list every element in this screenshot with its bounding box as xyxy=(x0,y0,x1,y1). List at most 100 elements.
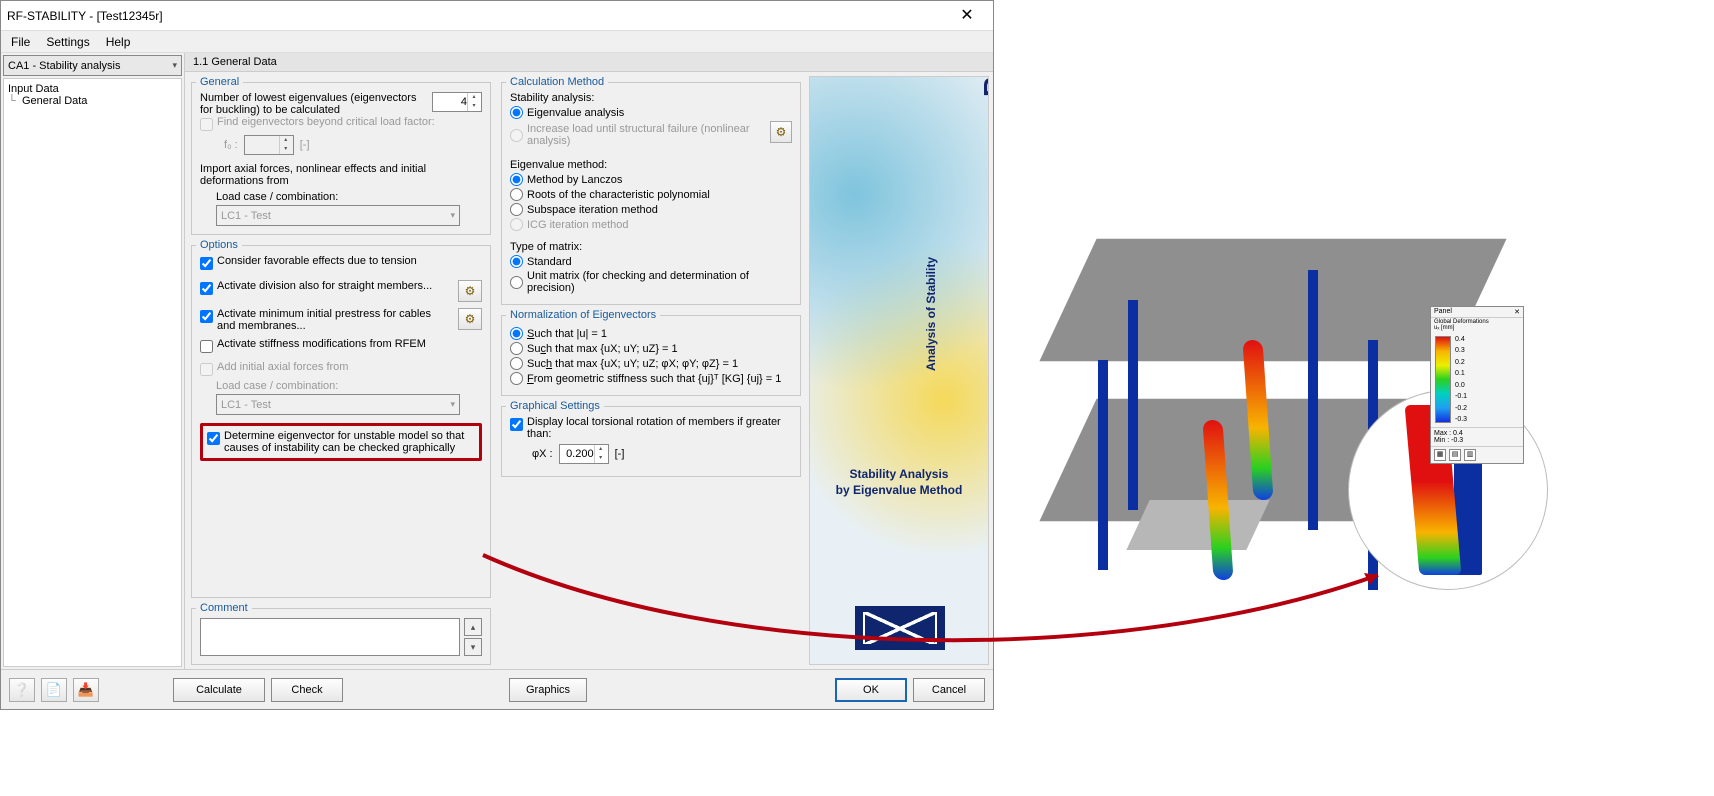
nav-tree[interactable]: Input Data General Data xyxy=(3,78,182,667)
radio-roots[interactable]: Roots of the characteristic polynomial xyxy=(510,188,792,201)
close-icon[interactable]: ✕ xyxy=(1514,308,1520,316)
display-torsion-label: Display local torsional rotation of memb… xyxy=(527,416,792,440)
add-initial-label: Add initial axial forces from xyxy=(217,361,348,373)
radio-subspace[interactable]: Subspace iteration method xyxy=(510,203,792,216)
determine-eigenvector-check[interactable]: Determine eigenvector for unstable model… xyxy=(207,430,475,454)
radio-icg: ICG iteration method xyxy=(510,218,792,231)
consider-tension-check[interactable]: Consider favorable effects due to tensio… xyxy=(200,255,482,270)
determine-eigenvector-label: Determine eigenvector for unstable model… xyxy=(224,430,475,454)
tree-root[interactable]: Input Data xyxy=(8,83,177,95)
radio-unit-matrix[interactable]: Unit matrix (for checking and determinat… xyxy=(510,270,792,294)
display-torsion-check[interactable]: Display local torsional rotation of memb… xyxy=(510,416,792,440)
general-legend: General xyxy=(196,76,243,88)
export-icon[interactable]: 📄 xyxy=(41,678,67,702)
sidebar-caption: Stability Analysis by Eigenvalue Method xyxy=(810,467,988,498)
comment-group: Comment ▴ ▾ xyxy=(191,602,491,665)
dlubal-logo-icon xyxy=(855,606,945,650)
nonlinear-settings-icon[interactable]: ⚙ xyxy=(770,121,792,143)
activate-prestress-checkbox[interactable] xyxy=(200,310,213,323)
calc-method-group: Calculation Method Stability analysis: E… xyxy=(501,76,801,305)
window-title: RF-STABILITY - [Test12345r] xyxy=(7,9,163,23)
case-combo[interactable]: CA1 - Stability analysis ▾ xyxy=(3,55,182,76)
check-button[interactable]: Check xyxy=(271,678,343,702)
results-panel-subtitle: Global Deformations uₓ [mm] xyxy=(1431,318,1523,332)
loadcase-label: Load case / combination: xyxy=(200,191,482,203)
comment-up-icon[interactable]: ▴ xyxy=(464,618,482,636)
import-label: Import axial forces, nonlinear effects a… xyxy=(200,163,482,187)
radio-norm-2[interactable]: Such that max {uX; uY; uZ} = 1 xyxy=(510,342,792,355)
general-group: General Number of lowest eigenvalues (ei… xyxy=(191,76,491,235)
ok-button[interactable]: OK xyxy=(835,678,907,702)
main-column: 1.1 General Data General Number of lowes… xyxy=(185,53,993,669)
sidebar-subtitle: Analysis of Stability xyxy=(924,257,938,371)
graphical-group: Graphical Settings Display local torsion… xyxy=(501,400,801,477)
f0-label: f₀ : xyxy=(224,139,238,151)
activate-stiffness-label: Activate stiffness modifications from RF… xyxy=(217,338,426,350)
results-max: Max : 0.4 xyxy=(1434,430,1520,437)
eigen-count-spinner[interactable]: 4 xyxy=(432,92,482,112)
radio-eigenvalue-analysis[interactable]: Eigenvalue analysis xyxy=(510,106,792,119)
cancel-button[interactable]: Cancel xyxy=(913,678,985,702)
options-legend: Options xyxy=(196,239,242,251)
activate-stiffness-check[interactable]: Activate stiffness modifications from RF… xyxy=(200,338,482,353)
help-icon[interactable]: ❔ xyxy=(9,678,35,702)
menu-settings[interactable]: Settings xyxy=(40,33,95,51)
calc-method-legend: Calculation Method xyxy=(506,76,608,88)
titlebar: RF-STABILITY - [Test12345r] ✕ xyxy=(1,1,993,31)
radio-standard[interactable]: Standard xyxy=(510,255,792,268)
panel-title: 1.1 General Data xyxy=(185,53,993,72)
sidebar-illustration: RF-STABILITY Analysis of Stability Stabi… xyxy=(809,76,989,665)
comment-down-icon[interactable]: ▾ xyxy=(464,638,482,656)
color-scale-icon xyxy=(1435,336,1451,423)
display-torsion-checkbox[interactable] xyxy=(510,418,523,431)
loadcase-value: LC1 - Test xyxy=(221,210,271,222)
chevron-down-icon: ▾ xyxy=(450,399,455,410)
case-combo-value: CA1 - Stability analysis xyxy=(8,60,121,72)
activate-division-checkbox[interactable] xyxy=(200,282,213,295)
results-panel-title: Panel xyxy=(1434,308,1452,316)
panel-btn-2[interactable]: ▤ xyxy=(1449,449,1461,461)
activate-stiffness-checkbox[interactable] xyxy=(200,340,213,353)
consider-tension-label: Consider favorable effects due to tensio… xyxy=(217,255,417,267)
division-settings-icon[interactable]: ⚙ xyxy=(458,280,482,302)
phi-label: φX : xyxy=(532,448,553,460)
panel-btn-1[interactable]: ▦ xyxy=(1434,449,1446,461)
consider-tension-checkbox[interactable] xyxy=(200,257,213,270)
phi-unit: [-] xyxy=(615,448,625,460)
dialog-window: RF-STABILITY - [Test12345r] ✕ File Setti… xyxy=(0,0,994,710)
radio-norm-1[interactable]: Such that |u| = 1 xyxy=(510,327,792,340)
determine-eigenvector-checkbox[interactable] xyxy=(207,432,220,445)
graphics-button[interactable]: Graphics xyxy=(509,678,587,702)
prestress-settings-icon[interactable]: ⚙ xyxy=(458,308,482,330)
normalization-group: Normalization of Eigenvectors Such that … xyxy=(501,309,801,396)
stability-label: Stability analysis: xyxy=(510,92,792,104)
close-icon[interactable]: ✕ xyxy=(947,3,987,29)
calculate-button[interactable]: Calculate xyxy=(173,678,265,702)
radio-lanczos[interactable]: Method by Lanczos xyxy=(510,173,792,186)
activate-prestress-check[interactable]: Activate minimum initial prestress for c… xyxy=(200,308,440,332)
tree-general-data[interactable]: General Data xyxy=(8,95,177,107)
options-loadcase-value: LC1 - Test xyxy=(221,399,271,411)
radio-norm-4[interactable]: From geometric stiffness such that {uj}ᵀ… xyxy=(510,372,792,385)
scale-ticks: 0.4 0.3 0.2 0.1 0.0 -0.1 -0.2 -0.3 xyxy=(1455,336,1467,423)
results-panel: Panel ✕ Global Deformations uₓ [mm] 0.4 … xyxy=(1430,306,1524,464)
options-group: Options Consider favorable effects due t… xyxy=(191,239,491,598)
graphical-legend: Graphical Settings xyxy=(506,400,604,412)
f0-spinner xyxy=(244,135,294,155)
phi-spinner[interactable]: 0.200 xyxy=(559,444,609,464)
options-loadcase-select: LC1 - Test ▾ xyxy=(216,394,460,415)
menu-file[interactable]: File xyxy=(5,33,36,51)
import-icon[interactable]: 📥 xyxy=(73,678,99,702)
comment-textarea[interactable] xyxy=(200,618,460,656)
eigen-count-label: Number of lowest eigenvalues (eigenvecto… xyxy=(200,92,420,116)
find-beyond-check: Find eigenvectors beyond critical load f… xyxy=(200,116,482,131)
matrix-label: Type of matrix: xyxy=(510,241,792,253)
radio-norm-3[interactable]: Such that max {uX; uY; uZ; φX; φY; φZ} =… xyxy=(510,357,792,370)
options-loadcase-label: Load case / combination: xyxy=(200,380,482,392)
menu-help[interactable]: Help xyxy=(100,33,137,51)
panel-btn-3[interactable]: ▥ xyxy=(1464,449,1476,461)
find-beyond-label: Find eigenvectors beyond critical load f… xyxy=(217,116,435,128)
loadcase-select[interactable]: LC1 - Test ▾ xyxy=(216,205,460,226)
button-bar: ❔ 📄 📥 Calculate Check Graphics OK Cancel xyxy=(1,669,993,709)
activate-division-check[interactable]: Activate division also for straight memb… xyxy=(200,280,432,295)
